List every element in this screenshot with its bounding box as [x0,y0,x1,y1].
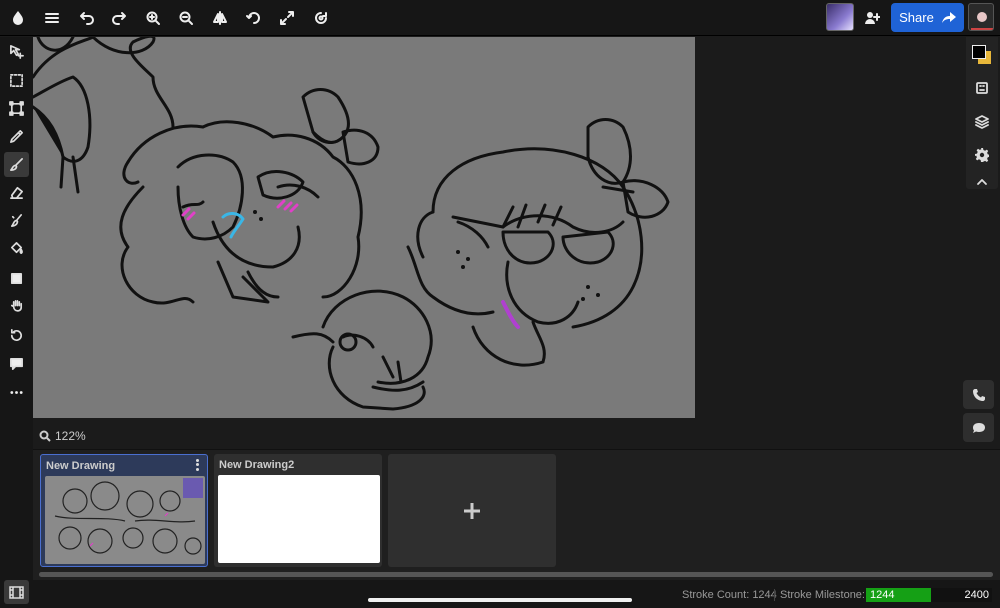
brush-settings-icon[interactable] [966,74,998,102]
transform-icon[interactable] [4,96,29,121]
drawing-canvas[interactable] [33,37,695,418]
zoom-in-icon[interactable] [141,6,165,30]
drawing-gallery: New Drawing New Drawing2 [33,449,1000,580]
home-indicator [368,598,632,602]
card-menu-icon[interactable] [193,458,201,472]
milestone-current: 1244 [870,589,895,601]
rotate-view-icon[interactable] [242,6,266,30]
text-icon[interactable] [4,351,29,376]
share-arrow-icon [941,11,956,23]
zoom-icon [39,430,51,442]
share-button[interactable]: Share [891,3,964,32]
reset-view-icon[interactable] [309,6,333,30]
eraser-icon[interactable] [4,180,29,205]
redo-icon[interactable] [107,6,131,30]
blend-icon[interactable] [4,208,29,233]
stroke-milestone-label: Stroke Milestone: [774,589,865,601]
flip-icon[interactable] [208,6,232,30]
more-icon[interactable] [4,380,29,405]
top-bar: Share [0,0,1000,36]
brush-icon[interactable] [4,152,29,177]
shape-icon[interactable] [4,266,29,291]
drawing-title: New Drawing2 [219,459,295,471]
drawing-card[interactable]: New Drawing [40,454,208,567]
layers-icon[interactable] [966,108,998,136]
call-icon[interactable] [963,380,994,409]
add-user-icon[interactable] [860,6,884,30]
account-icon[interactable] [968,3,994,31]
user-avatar[interactable] [826,3,854,31]
collapse-icon[interactable] [966,168,998,196]
drawing-title: New Drawing [46,460,116,472]
menu-icon[interactable] [40,6,64,30]
chat-icon[interactable] [963,413,994,442]
drawing-card[interactable]: New Drawing2 [214,454,382,567]
settings-icon[interactable] [966,141,998,169]
app-logo-icon[interactable] [6,6,30,30]
sketch-artwork [33,37,670,411]
zoom-level: 122% [55,429,86,443]
milestone-target: 2400 [964,589,989,601]
plus-icon [464,502,480,519]
share-label: Share [899,10,934,25]
move-icon[interactable] [4,39,29,64]
zoom-out-icon[interactable] [174,6,198,30]
stroke-milestone-bar: 1244 2400 [866,588,992,602]
drawing-thumbnail [45,476,205,564]
rotate-icon[interactable] [4,323,29,348]
canvas-area: 122% [33,37,963,449]
drawing-thumbnail [218,475,380,563]
fill-icon[interactable] [4,236,29,261]
eyedropper-icon[interactable] [4,124,29,149]
panel-buttons [966,37,998,189]
fullscreen-icon[interactable] [275,6,299,30]
tool-bar [0,37,33,608]
color-picker[interactable] [966,39,998,67]
primary-color-swatch [972,45,986,59]
filmstrip-icon[interactable] [4,580,29,604]
stroke-count: Stroke Count: 1244 [682,589,777,601]
new-drawing-button[interactable] [388,454,556,567]
zoom-indicator[interactable]: 122% [39,429,86,443]
status-bar: Stroke Count: 1244 Stroke Milestone: 124… [33,580,1000,608]
select-icon[interactable] [4,68,29,93]
gallery-scrollbar[interactable] [39,572,993,577]
hand-icon[interactable] [4,294,29,319]
undo-icon[interactable] [75,6,99,30]
